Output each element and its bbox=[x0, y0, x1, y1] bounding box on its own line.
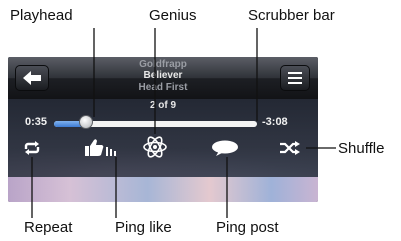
artist-name: Goldfrapp bbox=[139, 59, 187, 70]
genius-icon[interactable] bbox=[143, 134, 167, 160]
album-art bbox=[8, 177, 318, 202]
remaining-time: -3:08 bbox=[262, 116, 288, 128]
track-position: 2 of 9 bbox=[149, 100, 177, 111]
track-list-button[interactable] bbox=[280, 65, 310, 91]
track-list-icon bbox=[288, 72, 302, 84]
now-playing-bar: Goldfrapp Believer Head First bbox=[8, 57, 318, 99]
elapsed-time: 0:35 bbox=[25, 116, 48, 128]
ping-post-icon[interactable] bbox=[211, 140, 239, 156]
callout-ping-post: Ping post bbox=[216, 219, 279, 236]
back-arrow-icon bbox=[23, 71, 41, 85]
song-title: Believer bbox=[143, 70, 183, 81]
callout-genius: Genius bbox=[149, 7, 197, 24]
ipod-now-playing-screen: Goldfrapp Believer Head First 2 of 9 0:3… bbox=[8, 57, 318, 202]
callout-shuffle: Shuffle bbox=[338, 140, 385, 157]
back-button[interactable] bbox=[15, 65, 49, 91]
album-name: Head First bbox=[138, 82, 188, 93]
callout-playhead: Playhead bbox=[10, 7, 73, 24]
callout-repeat: Repeat bbox=[24, 219, 73, 236]
ping-like-icon[interactable] bbox=[83, 138, 123, 158]
callout-scrubber-bar: Scrubber bar bbox=[248, 7, 335, 24]
callout-ping-like: Ping like bbox=[115, 219, 172, 236]
shuffle-icon[interactable] bbox=[279, 140, 301, 156]
repeat-icon[interactable] bbox=[22, 140, 42, 156]
